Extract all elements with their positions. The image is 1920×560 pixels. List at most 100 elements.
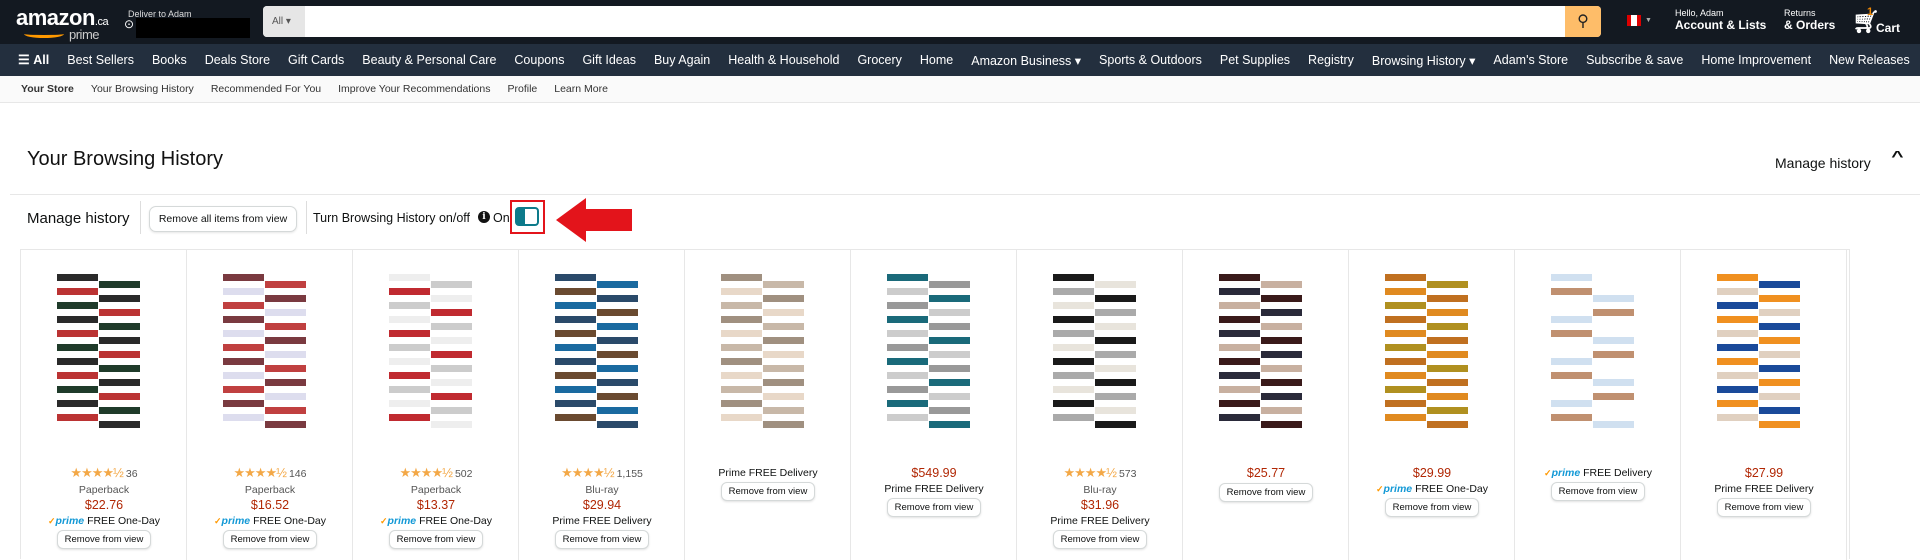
image-stripe xyxy=(929,351,970,358)
image-stripe xyxy=(1427,421,1468,428)
product-image[interactable] xyxy=(527,266,677,441)
nav-item[interactable]: Browsing History ▾ xyxy=(1363,53,1485,68)
rating[interactable]: ★★★★½ 502 xyxy=(353,464,519,482)
remove-all-button[interactable]: Remove all items from view xyxy=(149,206,297,232)
search-input[interactable] xyxy=(305,6,1557,37)
cart-button[interactable]: 🛒︎ 1 Cart xyxy=(1852,6,1900,35)
image-stripe xyxy=(1717,414,1758,421)
product-image[interactable] xyxy=(29,266,179,441)
shipping-info: prime FREE One-Day xyxy=(1349,483,1515,495)
product-card[interactable]: ★★★★½502Paperback$13.37prime FREE One-Da… xyxy=(353,250,519,560)
image-stripe xyxy=(1717,302,1758,309)
image-stripe xyxy=(597,365,638,372)
subnav-item[interactable]: Profile xyxy=(507,83,537,95)
nav-item[interactable]: Adam's Store xyxy=(1484,53,1577,67)
manage-history-label: Manage history xyxy=(27,210,130,227)
product-image[interactable] xyxy=(1689,266,1839,441)
rating[interactable]: ★★★★½ 573 xyxy=(1017,464,1183,482)
info-icon[interactable]: i xyxy=(478,211,490,223)
nav-item[interactable]: Home xyxy=(911,53,962,67)
nav-item[interactable]: Pet Supplies xyxy=(1211,53,1299,67)
amazon-logo[interactable]: amazon.ca prime xyxy=(16,5,109,42)
remove-from-view-button[interactable]: Remove from view xyxy=(1716,498,1812,517)
product-image[interactable] xyxy=(693,266,843,441)
remove-from-view-button[interactable]: Remove from view xyxy=(1052,530,1148,549)
rating[interactable]: ★★★★½ 1,155 xyxy=(519,464,685,482)
remove-from-view-button[interactable]: Remove from view xyxy=(1218,483,1314,502)
nav-item[interactable]: Buy Again xyxy=(645,53,719,67)
product-card[interactable]: ★★★★½ 1,155 Blu-ray $29.94 Prime FREE Delive… xyxy=(519,250,685,560)
image-stripe xyxy=(99,281,140,288)
image-stripe xyxy=(1261,323,1302,330)
chevron-up-icon[interactable]: ^ xyxy=(1891,148,1903,165)
nav-item[interactable]: Grocery xyxy=(848,53,910,67)
product-card[interactable]: $25.77 Remove from view xyxy=(1183,250,1349,560)
nav-item[interactable]: Amazon Business ▾ xyxy=(962,53,1090,68)
product-card[interactable]: prime FREE Delivery Remove from view xyxy=(1515,250,1681,560)
canada-flag-icon[interactable] xyxy=(1627,15,1641,26)
image-stripe xyxy=(223,358,264,365)
remove-from-view-button[interactable]: Remove from view xyxy=(720,482,816,501)
browsing-history-toggle[interactable] xyxy=(515,207,539,226)
product-image[interactable] xyxy=(361,266,511,441)
subnav-item[interactable]: Learn More xyxy=(554,83,608,95)
product-image[interactable] xyxy=(1357,266,1507,441)
nav-item[interactable]: Registry xyxy=(1299,53,1363,67)
returns-orders[interactable]: Returns & Orders xyxy=(1784,8,1835,32)
remove-from-view-button[interactable]: Remove from view xyxy=(554,530,650,549)
image-stripe xyxy=(1053,288,1094,295)
remove-from-view-button[interactable]: Remove from view xyxy=(388,530,484,549)
shipping-text: Prime FREE Delivery xyxy=(718,467,818,479)
nav-item[interactable]: New Releases xyxy=(1820,53,1919,67)
search-button[interactable]: ⚲ xyxy=(1565,6,1601,37)
nav-item[interactable]: Gift Ideas xyxy=(573,53,645,67)
product-image[interactable] xyxy=(1191,266,1341,441)
product-image[interactable] xyxy=(1025,266,1175,441)
nav-item[interactable]: Beauty & Personal Care xyxy=(353,53,505,67)
divider xyxy=(306,201,307,234)
remove-from-view-button[interactable]: Remove from view xyxy=(222,530,318,549)
product-card[interactable]: ★★★★½36Paperback$22.76prime FREE One-Day… xyxy=(21,250,187,560)
remove-from-view-button[interactable]: Remove from view xyxy=(1384,498,1480,517)
rating[interactable]: ★★★★½ 146 xyxy=(187,464,353,482)
image-stripe xyxy=(1759,365,1800,372)
nav-item[interactable]: Best Sellers xyxy=(58,53,143,67)
nav-item[interactable]: Gift Cards xyxy=(279,53,353,67)
nav-item[interactable]: Books xyxy=(143,53,196,67)
shipping-info: Prime FREE Delivery xyxy=(1681,483,1847,495)
remove-from-view-button[interactable]: Remove from view xyxy=(56,530,152,549)
product-image[interactable] xyxy=(1523,266,1673,441)
product-image[interactable] xyxy=(195,266,345,441)
product-card[interactable]: $27.99 Prime FREE Delivery Remove from vie… xyxy=(1681,250,1847,560)
search-category-select[interactable]: All ▾ xyxy=(263,6,305,37)
nav-item[interactable]: Health & Household xyxy=(719,53,848,67)
product-card[interactable]: $29.99prime FREE One-DayRemove from view xyxy=(1349,250,1515,560)
product-card[interactable]: ★★★★½ 573 Blu-ray $31.96 Prime FREE Delivery… xyxy=(1017,250,1183,560)
remove-from-view-button[interactable]: Remove from view xyxy=(886,498,982,517)
nav-item[interactable]: Coupons xyxy=(505,53,573,67)
image-stripe xyxy=(1593,351,1634,358)
image-stripe xyxy=(223,330,264,337)
subnav-item[interactable]: Your Browsing History xyxy=(91,83,194,95)
manage-history-toggle[interactable]: Manage history xyxy=(1775,155,1871,171)
nav-item[interactable]: Subscribe & save xyxy=(1577,53,1692,67)
product-image[interactable] xyxy=(859,266,1009,441)
account-lists[interactable]: Hello, Adam Account & Lists xyxy=(1675,8,1766,32)
nav-item[interactable]: Sports & Outdoors xyxy=(1090,53,1211,67)
subnav-item[interactable]: Improve Your Recommendations xyxy=(338,83,490,95)
subnav-item[interactable]: Recommended For You xyxy=(211,83,321,95)
rating[interactable]: ★★★★½ 36 xyxy=(21,464,187,482)
product-card[interactable]: ★★★★½146Paperback$16.52prime FREE One-Da… xyxy=(187,250,353,560)
product-card[interactable]: $549.99 Prime FREE Delivery Remove from vi… xyxy=(851,250,1017,560)
all-menu-button[interactable]: ☰ All xyxy=(18,52,58,68)
image-stripe xyxy=(721,302,762,309)
nav-item[interactable]: Deals Store xyxy=(196,53,279,67)
cart-label: Cart xyxy=(1876,21,1901,35)
image-stripe xyxy=(555,288,596,295)
top-bar: amazon.ca prime ⊙ Deliver to Adam All ▾ ⚲… xyxy=(0,0,1920,44)
subnav-item[interactable]: Your Store xyxy=(21,83,74,95)
remove-from-view-button[interactable]: Remove from view xyxy=(1550,482,1646,501)
image-stripe xyxy=(389,330,430,337)
nav-item[interactable]: Home Improvement xyxy=(1692,53,1820,67)
product-card[interactable]: Prime FREE Delivery Remove from view xyxy=(685,250,851,560)
